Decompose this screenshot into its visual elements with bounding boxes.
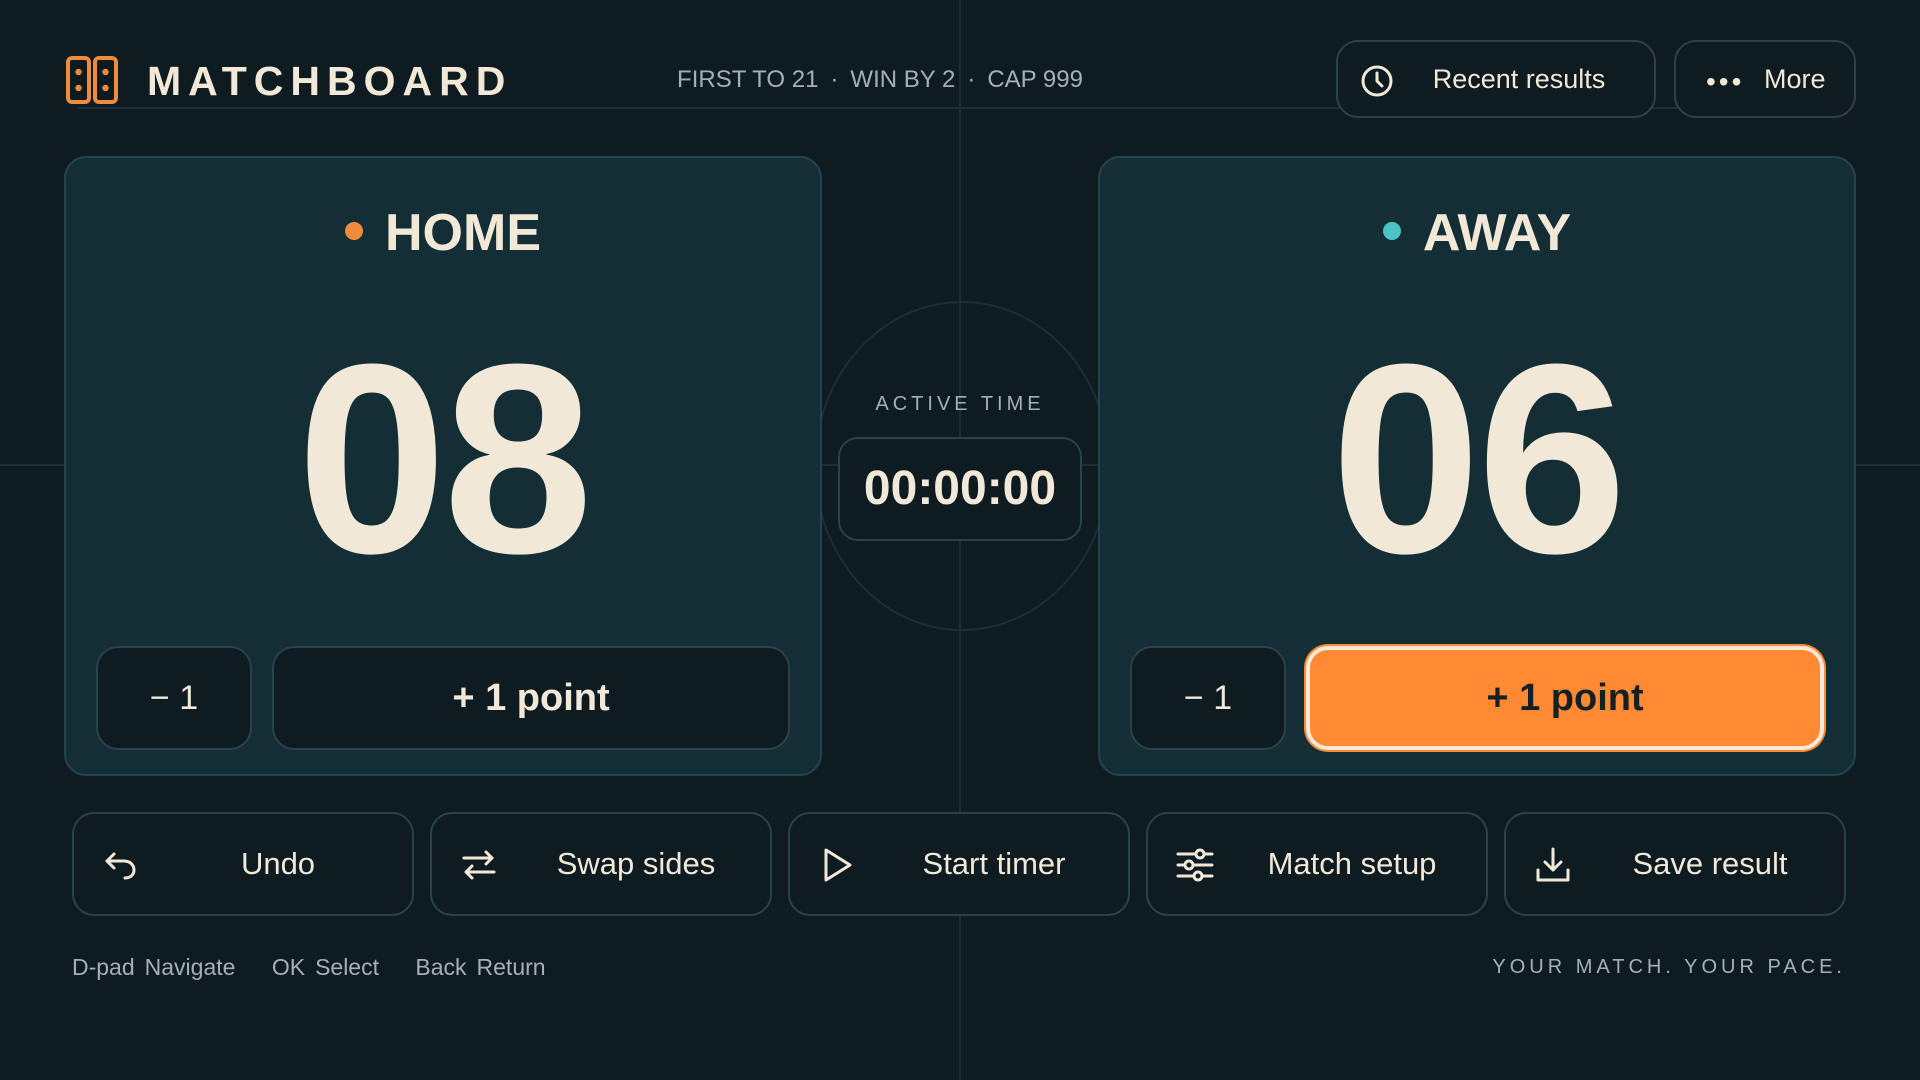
- undo-icon: [105, 852, 136, 880]
- more-button[interactable]: ••• More: [1674, 40, 1856, 118]
- hint-return: Back Return: [415, 954, 545, 980]
- away-team-header: AWAY: [1100, 194, 1854, 272]
- more-label: More: [1764, 63, 1826, 94]
- save-result-button[interactable]: Save result: [1504, 812, 1846, 916]
- match-setup-button[interactable]: Match setup: [1146, 812, 1488, 916]
- away-minus-button[interactable]: − 1: [1130, 646, 1286, 750]
- download-icon: [1536, 847, 1570, 882]
- rule-win-by: WIN BY 2: [850, 66, 956, 93]
- hint-action: Navigate: [144, 954, 236, 980]
- away-plus-button[interactable]: + 1 point: [1306, 646, 1824, 750]
- home-team-name: HOME: [385, 204, 541, 262]
- rule-separator: ·: [830, 66, 839, 93]
- home-team-panel: HOME 08 − 1 + 1 point: [64, 156, 822, 776]
- rule-separator: ·: [967, 66, 976, 93]
- rule-first-to: FIRST TO 21: [677, 66, 819, 93]
- home-color-dot: [345, 222, 363, 241]
- match-rules: FIRST TO 21 · WIN BY 2 · CAP 999: [600, 64, 1160, 96]
- hint-navigate: D-pad Navigate: [72, 954, 235, 980]
- away-color-dot: [1382, 222, 1401, 241]
- ellipsis-icon: •••: [1706, 66, 1745, 97]
- hint-key: D-pad: [72, 954, 135, 980]
- scoreboard-icon: [66, 56, 118, 104]
- rule-cap: CAP 999: [987, 66, 1083, 93]
- away-score: 06: [1330, 309, 1627, 610]
- active-time-display: 00:00:00: [838, 437, 1082, 541]
- undo-label: Undo: [240, 846, 316, 881]
- away-team-panel: AWAY 06 − 1 + 1 point: [1098, 156, 1856, 776]
- save-result-label: Save result: [1632, 846, 1788, 881]
- home-score: 08: [296, 309, 593, 610]
- tagline: YOUR MATCH. YOUR PACE.: [1492, 956, 1846, 978]
- start-timer-button[interactable]: Start timer: [788, 812, 1130, 916]
- active-time-label: ACTIVE TIME: [875, 393, 1045, 415]
- away-team-name: AWAY: [1422, 204, 1572, 262]
- sliders-icon: [1176, 848, 1214, 882]
- app-title: MATCHBOARD: [147, 58, 513, 104]
- swap-sides-label: Swap sides: [556, 846, 716, 881]
- hint-action: Return: [476, 954, 546, 980]
- start-timer-label: Start timer: [922, 846, 1066, 881]
- swap-icon: [462, 850, 496, 880]
- remote-hints: D-pad Navigate OK Select Back Return: [72, 954, 576, 981]
- hint-key: Back: [415, 954, 467, 980]
- play-icon: [824, 848, 852, 882]
- home-plus-button[interactable]: + 1 point: [272, 646, 790, 750]
- recent-results-label: Recent results: [1432, 63, 1606, 94]
- swap-sides-button[interactable]: Swap sides: [430, 812, 772, 916]
- hint-key: OK: [271, 954, 306, 980]
- hint-select: OK Select: [272, 954, 379, 980]
- home-team-header: HOME: [66, 194, 820, 272]
- recent-results-button[interactable]: Recent results: [1336, 40, 1656, 118]
- home-minus-button[interactable]: − 1: [96, 646, 252, 750]
- match-setup-label: Match setup: [1267, 846, 1437, 881]
- hint-action: Select: [315, 954, 379, 980]
- undo-button[interactable]: Undo: [72, 812, 414, 916]
